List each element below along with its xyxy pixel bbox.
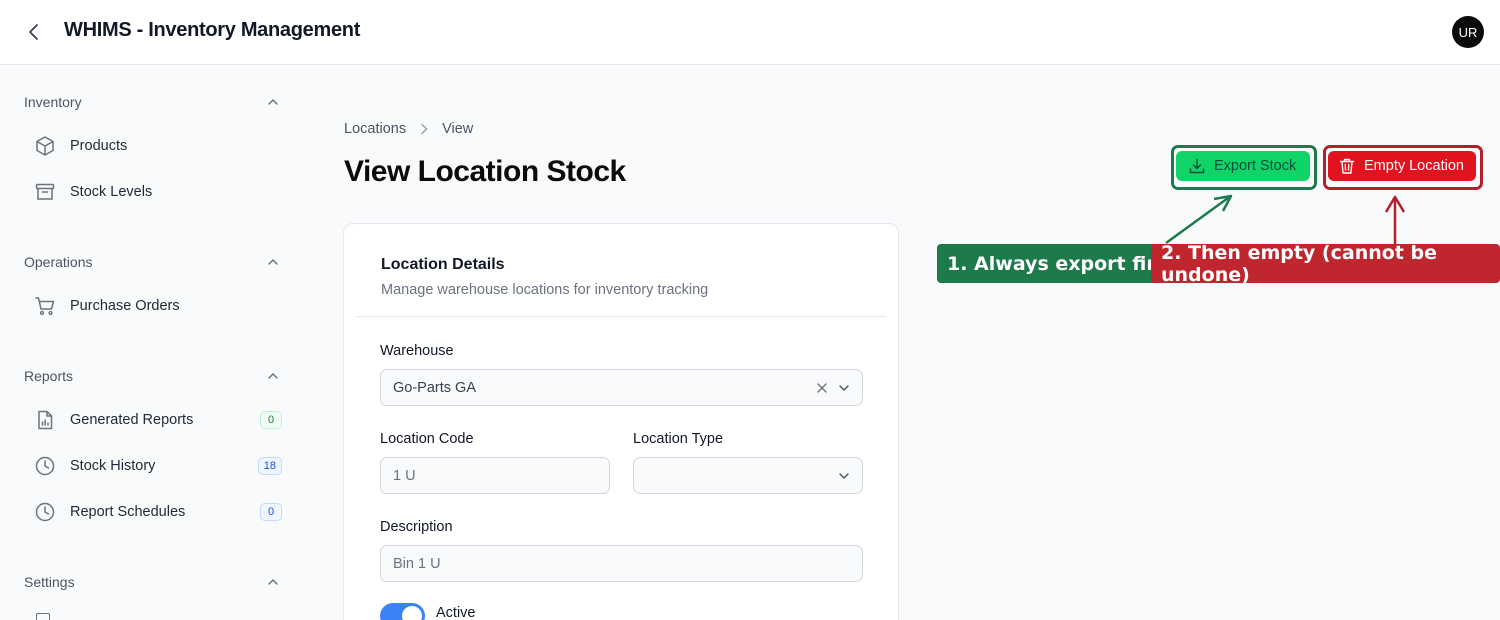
back-arrow-icon[interactable]	[22, 20, 46, 44]
export-stock-label: Export Stock	[1214, 158, 1297, 174]
description-field[interactable]: Bin 1 U	[380, 545, 863, 582]
warehouse-select[interactable]: Go-Parts GA	[380, 369, 863, 406]
chevron-up-icon	[266, 255, 280, 269]
warehouse-value: Go-Parts GA	[393, 379, 476, 396]
nav-group-label: Settings	[24, 574, 75, 590]
breadcrumb: Locations View	[344, 121, 473, 137]
nav-group-reports[interactable]: Reports	[24, 365, 280, 387]
chevron-up-icon	[266, 369, 280, 383]
count-badge: 0	[260, 411, 282, 429]
chevron-down-icon	[836, 468, 852, 484]
user-avatar[interactable]: UR	[1452, 16, 1484, 48]
location-type-label: Location Type	[633, 431, 724, 447]
empty-location-button[interactable]: Empty Location	[1328, 151, 1476, 181]
description-value: Bin 1 U	[393, 555, 441, 572]
nav-group-inventory[interactable]: Inventory	[24, 91, 280, 113]
active-toggle[interactable]	[380, 603, 425, 620]
description-label: Description	[380, 519, 453, 535]
download-icon	[1188, 157, 1206, 175]
sidebar-item-label: Purchase Orders	[70, 298, 180, 314]
nav-group-settings[interactable]: Settings	[24, 571, 280, 593]
sidebar-item-report-schedules[interactable]: Report Schedules 0	[24, 494, 282, 530]
nav-group-label: Inventory	[24, 94, 82, 110]
sidebar-item-products[interactable]: Products	[24, 128, 282, 164]
chevron-right-icon	[419, 123, 429, 135]
sidebar-item-stock-levels[interactable]: Stock Levels	[24, 174, 282, 210]
count-badge: 0	[260, 503, 282, 521]
annotation-step-1: 1. Always export first	[937, 244, 1187, 283]
sidebar-item-label: Stock History	[70, 458, 156, 474]
sidebar-item-label: Stock Levels	[70, 184, 153, 200]
clock-icon	[34, 501, 56, 523]
sidebar-item-label: Products	[70, 138, 128, 154]
location-type-select[interactable]	[633, 457, 863, 494]
sidebar: Inventory Products Stock Levels Operatio…	[0, 65, 300, 620]
sidebar-item-generated-reports[interactable]: Generated Reports 0	[24, 402, 282, 438]
chevron-up-icon	[266, 575, 280, 589]
divider	[356, 316, 886, 317]
nav-group-label: Reports	[24, 368, 74, 384]
section-subtitle: Manage warehouse locations for inventory…	[381, 282, 709, 298]
clear-icon[interactable]	[814, 380, 830, 396]
chevron-up-icon	[266, 95, 280, 109]
location-code-label: Location Code	[380, 431, 474, 447]
sidebar-item-label: Report Schedules	[70, 504, 186, 520]
breadcrumb-current: View	[442, 121, 474, 137]
archive-box-icon	[34, 181, 56, 203]
clock-icon	[34, 455, 56, 477]
annotation-step-2: 2. Then empty (cannot be undone)	[1151, 242, 1500, 286]
export-stock-button[interactable]: Export Stock	[1176, 151, 1310, 181]
settings-item-icon	[36, 613, 50, 620]
count-badge: 18	[257, 457, 282, 475]
sidebar-item-stock-history[interactable]: Stock History 18	[24, 448, 282, 484]
top-bar: WHIMS - Inventory Management UR	[0, 0, 1500, 65]
location-code-value: 1 U	[393, 467, 416, 484]
nav-group-label: Operations	[24, 254, 93, 270]
empty-location-label: Empty Location	[1364, 158, 1464, 174]
location-details-card: Location Details Manage warehouse locati…	[343, 223, 899, 620]
page-title: View Location Stock	[344, 155, 626, 188]
sidebar-item-label: Generated Reports	[70, 412, 194, 428]
shopping-cart-icon	[34, 295, 56, 317]
chevron-down-icon	[836, 380, 852, 396]
nav-group-operations[interactable]: Operations	[24, 251, 280, 273]
warehouse-label: Warehouse	[380, 343, 454, 359]
trash-icon	[1338, 157, 1356, 175]
app-title: WHIMS - Inventory Management	[64, 19, 361, 41]
section-title: Location Details	[381, 256, 505, 273]
location-code-field[interactable]: 1 U	[380, 457, 610, 494]
active-label: Active	[436, 605, 476, 620]
toggle-knob	[402, 606, 422, 620]
breadcrumb-link-locations[interactable]: Locations	[344, 121, 406, 137]
document-chart-icon	[34, 409, 56, 431]
sidebar-item-purchase-orders[interactable]: Purchase Orders	[24, 288, 282, 324]
cube-icon	[34, 135, 56, 157]
